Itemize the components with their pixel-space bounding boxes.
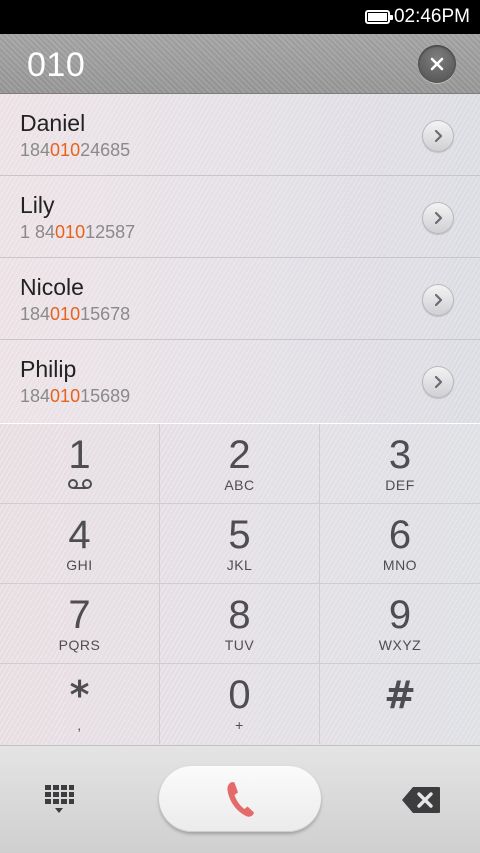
key-1[interactable]: 1 [0, 424, 160, 504]
key-2[interactable]: 2 ABC [160, 424, 320, 504]
contact-name: Nicole [20, 274, 84, 300]
contact-detail-button[interactable] [422, 202, 454, 234]
key-star[interactable]: * , [0, 664, 160, 744]
action-bar [0, 745, 480, 853]
battery-icon [364, 10, 393, 24]
key-3[interactable]: 3 DEF [320, 424, 480, 504]
contact-row[interactable]: Daniel 18401024685 [0, 94, 480, 176]
contact-suggestion-list: Daniel 18401024685 Lily 1 8401012587 Nic… [0, 94, 480, 423]
contact-name: Daniel [20, 110, 86, 136]
contact-row[interactable]: Nicole 18401015678 [0, 258, 480, 340]
voicemail-icon [67, 478, 92, 489]
contact-number: 18401015689 [20, 386, 131, 406]
contact-name: Lily [20, 192, 55, 218]
dial-keypad: 1 2 ABC 3 DEF 4 GHI 5 JKL 6 MNO 7 PQRS 8… [0, 423, 480, 745]
contact-detail-button[interactable] [422, 366, 454, 398]
backspace-button[interactable] [396, 780, 446, 820]
key-0[interactable]: 0 + [160, 664, 320, 744]
contact-number: 18401015678 [20, 304, 131, 324]
chevron-right-icon [434, 129, 443, 143]
matched-digits: 010 [55, 222, 86, 242]
dialpad-icon [45, 785, 74, 813]
key-8[interactable]: 8 TUV [160, 584, 320, 664]
contact-number: 18401024685 [20, 140, 131, 160]
contact-detail-button[interactable] [422, 284, 454, 316]
matched-digits: 010 [50, 304, 81, 324]
matched-digits: 010 [50, 140, 81, 160]
key-7[interactable]: 7 PQRS [0, 584, 160, 664]
matched-digits: 010 [50, 386, 81, 406]
chevron-right-icon [434, 293, 443, 307]
close-icon [430, 57, 444, 71]
contact-row[interactable]: Lily 1 8401012587 [0, 176, 480, 258]
contact-detail-button[interactable] [422, 120, 454, 152]
key-9[interactable]: 9 WXYZ [320, 584, 480, 664]
phone-icon [227, 782, 254, 817]
contact-number: 1 8401012587 [20, 222, 136, 242]
chevron-right-icon [434, 211, 443, 225]
status-time: 02:46PM [393, 6, 470, 27]
key-6[interactable]: 6 MNO [320, 504, 480, 584]
chevron-right-icon [434, 375, 443, 389]
dial-input-bar: 010 [0, 34, 480, 94]
key-5[interactable]: 5 JKL [160, 504, 320, 584]
key-4[interactable]: 4 GHI [0, 504, 160, 584]
dialed-number-field[interactable]: 010 [27, 46, 85, 85]
backspace-icon [402, 787, 440, 813]
contact-name: Philip [20, 356, 77, 382]
status-bar: 02:46PM [0, 0, 480, 34]
call-button[interactable] [159, 766, 321, 832]
dialpad-toggle-button[interactable] [36, 776, 82, 822]
contact-row[interactable]: Philip 18401015689 [0, 340, 480, 422]
key-hash[interactable]: # [320, 664, 480, 744]
clear-button[interactable] [418, 45, 456, 83]
